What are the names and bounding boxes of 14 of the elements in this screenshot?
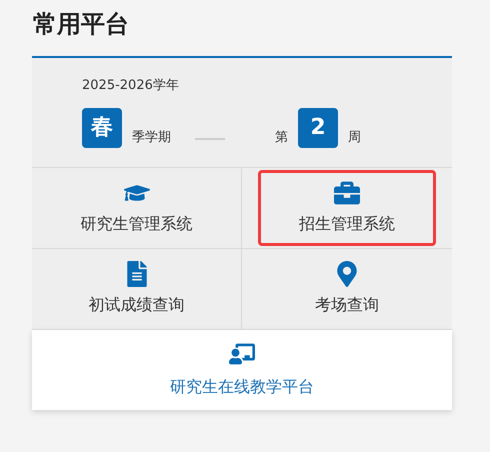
featured-platform-card[interactable]: 研究生在线教学平台	[32, 330, 452, 410]
section-title: 常用平台	[32, 9, 130, 40]
platform-tile[interactable]: 研究生管理系统	[48, 170, 226, 246]
briefcase-icon	[334, 180, 360, 206]
platform-tile[interactable]: 招生管理系统	[258, 170, 436, 246]
season-label: 季学期	[132, 129, 171, 147]
week-prefix: 第	[275, 129, 288, 147]
week-badge: 2	[298, 108, 338, 148]
platform-tile[interactable]: 初试成绩查询	[48, 251, 226, 327]
week-suffix: 周	[348, 129, 361, 147]
platform-tile[interactable]: 考场查询	[258, 251, 436, 327]
academic-year: 2025-2026学年	[82, 77, 180, 95]
teacher-icon	[229, 341, 255, 367]
season-badge: 春	[82, 108, 122, 148]
